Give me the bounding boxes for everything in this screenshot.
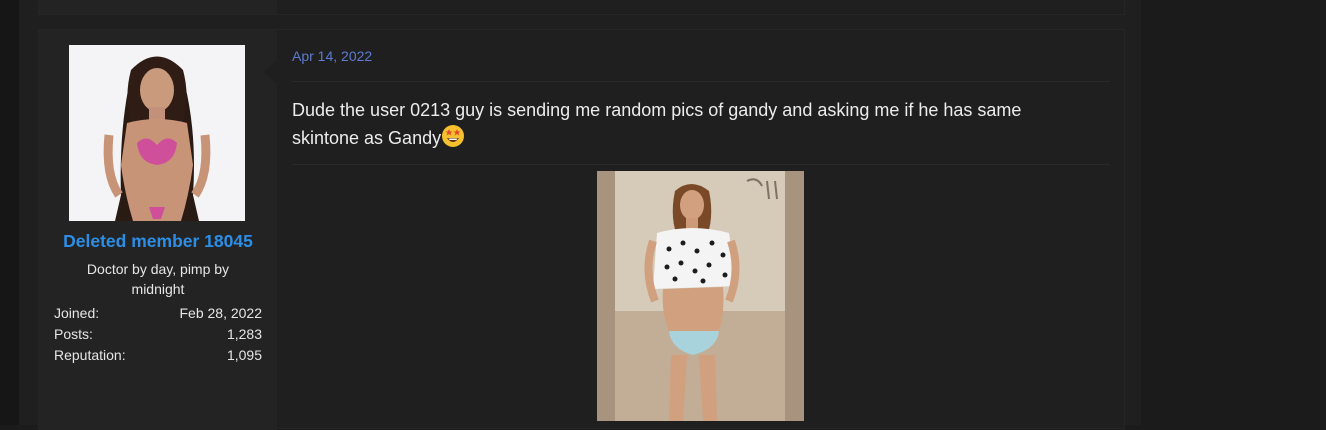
message-divider: [292, 164, 1110, 165]
right-margin: [1141, 0, 1326, 425]
previous-post-user-cell: [39, 0, 277, 14]
stat-row-joined: Joined: Feb 28, 2022: [54, 303, 262, 324]
stat-value: 1,095: [226, 347, 262, 363]
post-attached-image[interactable]: [597, 171, 804, 421]
stat-row-posts: Posts: 1,283: [54, 324, 262, 345]
header-divider: [292, 81, 1110, 82]
stat-row-reputation: Reputation: 1,095: [54, 345, 262, 366]
message-text: Dude the user 0213 guy is sending me ran…: [292, 100, 1022, 148]
user-info-cell: Deleted member 18045 Doctor by day, pimp…: [39, 30, 277, 430]
post-date-link[interactable]: Apr 14, 2022: [292, 48, 372, 64]
post-pointer-arrow: [263, 60, 277, 84]
forum-post: Deleted member 18045 Doctor by day, pimp…: [38, 29, 1125, 430]
username-link[interactable]: Deleted member 18045: [39, 231, 277, 252]
avatar-image: [69, 45, 245, 221]
runway-photo: [597, 171, 804, 421]
star-struck-emoji-icon: [441, 124, 465, 156]
user-title: Doctor by day, pimp by midnight: [86, 261, 230, 297]
stat-label: Posts:: [54, 326, 93, 342]
previous-post-bottom: [38, 0, 1125, 15]
stat-label: Joined:: [54, 305, 100, 321]
stat-label: Reputation:: [54, 347, 126, 363]
left-margin: [0, 0, 19, 425]
post-message: Dude the user 0213 guy is sending me ran…: [292, 96, 1092, 156]
stat-value: 1,283: [226, 326, 262, 342]
stat-value: Feb 28, 2022: [179, 305, 262, 321]
user-stats: Joined: Feb 28, 2022 Posts: 1,283 Reputa…: [54, 303, 262, 366]
avatar[interactable]: [69, 45, 245, 221]
